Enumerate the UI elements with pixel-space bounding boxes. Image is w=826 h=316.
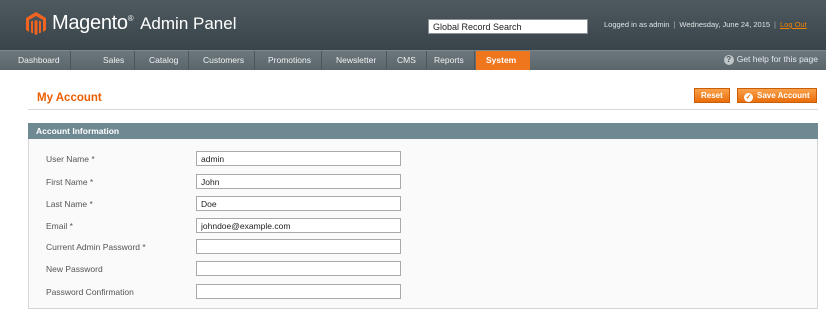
email-field[interactable] <box>196 218 401 233</box>
current-password-field[interactable] <box>196 239 401 254</box>
password-confirmation-field[interactable] <box>196 284 401 299</box>
form-row-password-confirmation: Password Confirmation <box>29 284 817 302</box>
nav-item-customers[interactable]: Customers <box>193 51 256 70</box>
nav-item-system[interactable]: System <box>476 51 530 70</box>
nav-item-newsletter[interactable]: Newsletter <box>326 51 388 70</box>
form-row-username: User Name * <box>29 151 817 169</box>
form-row-lastname: Last Name * <box>29 196 817 214</box>
email-label: Email * <box>46 221 73 231</box>
save-account-label: Save Account <box>757 91 810 100</box>
lastname-label: Last Name * <box>46 199 93 209</box>
firstname-field[interactable] <box>196 174 401 189</box>
logout-link[interactable]: Log Out <box>780 20 807 29</box>
current-date: Wednesday, June 24, 2015 <box>679 20 771 29</box>
brand-name: Magento <box>52 12 128 34</box>
current-password-label: Current Admin Password * <box>46 242 146 252</box>
nav-item-sales[interactable]: Sales <box>93 51 136 70</box>
divider: | <box>673 20 676 29</box>
brand-trademark: ® <box>127 14 134 23</box>
user-info: Logged in as admin | Wednesday, June 24, 2… <box>604 20 807 29</box>
section-header: Account Information <box>28 123 818 139</box>
divider <box>28 109 818 110</box>
check-icon: ✓ <box>744 93 753 102</box>
new-password-label: New Password <box>46 264 103 274</box>
username-field[interactable] <box>196 151 401 166</box>
form-row-firstname: First Name * <box>29 174 817 192</box>
form-row-current-password: Current Admin Password * <box>29 239 817 257</box>
divider: | <box>774 20 776 29</box>
nav-item-reports[interactable]: Reports <box>424 51 475 70</box>
reset-button[interactable]: Reset <box>694 88 730 103</box>
help-link[interactable]: ? Get help for this page <box>723 54 818 65</box>
nav-item-promotions[interactable]: Promotions <box>258 51 322 70</box>
help-label: Get help for this page <box>736 54 818 64</box>
form-row-new-password: New Password <box>29 261 817 279</box>
magento-logo-icon <box>26 12 46 35</box>
form-row-email: Email * <box>29 218 817 236</box>
username-label: User Name * <box>46 154 95 164</box>
header-bar: Magento® Admin Panel Logged in as admin|… <box>0 0 826 50</box>
page-title: My Account <box>37 92 102 104</box>
brand-subtitle: Admin Panel <box>140 14 237 33</box>
lastname-field[interactable] <box>196 196 401 211</box>
logged-in-text: Logged in as admin <box>604 20 670 29</box>
brand-title: Magento® Admin Panel <box>52 12 236 38</box>
main-nav: Dashboard Sales Catalog Customers Promot… <box>0 50 826 70</box>
account-information-fieldset: User Name * First Name * Last Name * Ema… <box>28 139 818 309</box>
firstname-label: First Name * <box>46 177 94 187</box>
nav-item-dashboard[interactable]: Dashboard <box>8 51 71 70</box>
new-password-field[interactable] <box>196 261 401 276</box>
global-search-input[interactable] <box>428 19 588 34</box>
save-account-button[interactable]: ✓ Save Account <box>737 88 817 103</box>
help-icon: ? <box>723 55 734 65</box>
nav-item-catalog[interactable]: Catalog <box>139 51 190 70</box>
password-confirmation-label: Password Confirmation <box>46 287 134 297</box>
nav-item-cms[interactable]: CMS <box>387 51 427 70</box>
